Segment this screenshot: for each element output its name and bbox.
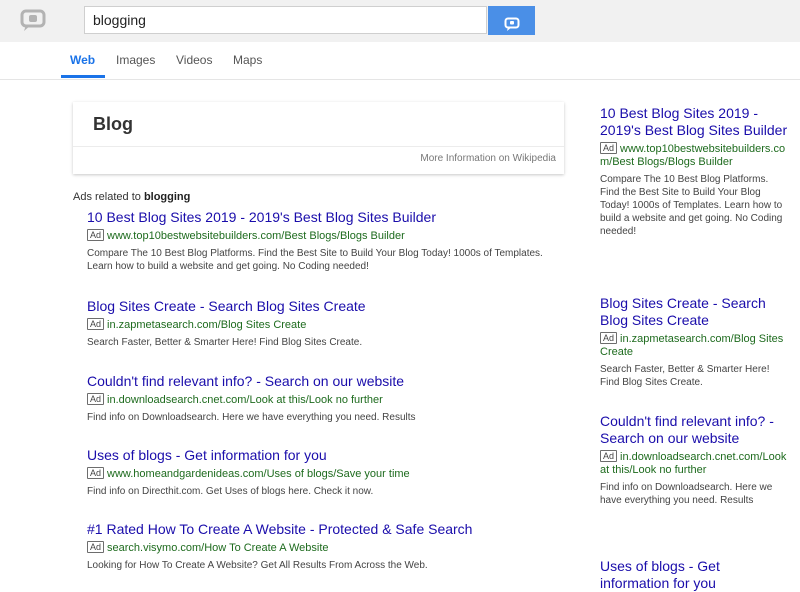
ad-result: Uses of blogs - Get information for you … (87, 447, 567, 498)
ad-result: 10 Best Blog Sites 2019 - 2019's Best Bl… (87, 209, 567, 273)
search-button[interactable] (488, 6, 535, 35)
speech-bubble-search-icon (488, 17, 535, 32)
ad-url-row: Ad www.homeandgardenideas.com/Uses of blo… (87, 467, 567, 481)
ad-title-link[interactable]: Couldn't find relevant info? - Search on… (600, 413, 790, 447)
ads-query: blogging (143, 191, 191, 203)
ads-related-label: Ads related to blogging (73, 191, 191, 203)
wikipedia-link[interactable]: More Information on Wikipedia (420, 153, 556, 164)
ad-url-row: Ad search.visymo.com/How To Create A Webs… (87, 541, 567, 555)
ad-url[interactable]: in.downloadsearch.cnet.com/Look at this/… (107, 394, 383, 406)
ad-url-row: Ad in.zapmetasearch.com/Blog Sites Create (600, 332, 790, 359)
side-ad-result: 10 Best Blog Sites 2019 - 2019's Best Bl… (600, 105, 790, 238)
tab-videos[interactable]: Videos (176, 53, 212, 67)
ad-title-link[interactable]: Uses of blogs - Get information for you (87, 447, 567, 464)
top-bar (0, 0, 800, 42)
ad-description: Compare The 10 Best Blog Platforms. Find… (87, 248, 543, 272)
ad-description: Find info on Downloadsearch. Here we hav… (87, 412, 416, 423)
knowledge-card-title: Blog (93, 114, 133, 134)
ad-result: Couldn't find relevant info? - Search on… (87, 373, 567, 424)
ad-url-row: Ad www.top10bestwebsitebuilders.com/Best … (87, 229, 567, 243)
ad-description: Search Faster, Better & Smarter Here! Fi… (600, 364, 770, 388)
ad-title-link[interactable]: Blog Sites Create - Search Blog Sites Cr… (600, 295, 790, 329)
search-input[interactable] (85, 7, 486, 33)
ad-url-row: Ad www.top10bestwebsitebuilders.com/Best … (600, 142, 790, 169)
side-ad-result: Couldn't find relevant info? - Search on… (600, 413, 790, 507)
ad-title-link[interactable]: Uses of blogs - Get information for you (600, 558, 790, 592)
ad-badge: Ad (87, 467, 105, 479)
ad-url-row: Ad in.zapmetasearch.com/Blog Sites Create (87, 318, 567, 332)
ad-description: Find info on Directhit.com. Get Uses of … (87, 486, 374, 497)
ad-description: Compare The 10 Best Blog Platforms. Find… (600, 174, 783, 237)
search-tabs: Web Images Videos Maps (0, 42, 800, 80)
ad-badge: Ad (87, 318, 105, 330)
ad-title-link[interactable]: 10 Best Blog Sites 2019 - 2019's Best Bl… (87, 209, 567, 226)
ad-url[interactable]: www.top10bestwebsitebuilders.com/Best Bl… (600, 143, 785, 168)
ad-badge: Ad (87, 541, 105, 553)
ad-badge: Ad (600, 450, 618, 462)
ad-result: #1 Rated How To Create A Website - Prote… (87, 521, 567, 572)
ad-title-link[interactable]: Blog Sites Create - Search Blog Sites Cr… (87, 298, 567, 315)
ad-url-row: Ad in.downloadsearch.cnet.com/Look at thi… (600, 450, 790, 477)
ad-url-row: Ad in.downloadsearch.cnet.com/Look at thi… (87, 393, 567, 407)
ad-description: Looking for How To Create A Website? Get… (87, 560, 428, 571)
ad-result: Blog Sites Create - Search Blog Sites Cr… (87, 298, 567, 349)
tab-web[interactable]: Web (70, 53, 95, 67)
ad-url[interactable]: search.visymo.com/How To Create A Websit… (107, 542, 329, 554)
ad-title-link[interactable]: Couldn't find relevant info? - Search on… (87, 373, 567, 390)
tab-maps[interactable]: Maps (233, 53, 262, 67)
ad-title-link[interactable]: 10 Best Blog Sites 2019 - 2019's Best Bl… (600, 105, 790, 139)
ad-badge: Ad (87, 229, 105, 241)
ad-description: Search Faster, Better & Smarter Here! Fi… (87, 337, 363, 348)
ad-url[interactable]: in.zapmetasearch.com/Blog Sites Create (107, 319, 306, 331)
ad-url[interactable]: in.zapmetasearch.com/Blog Sites Create (600, 333, 783, 358)
ad-badge: Ad (600, 142, 618, 154)
knowledge-card: Blog More Information on Wikipedia (73, 102, 564, 174)
active-tab-indicator (61, 75, 105, 78)
ad-description: Find info on Downloadsearch. Here we hav… (600, 482, 773, 506)
side-ad-result: Blog Sites Create - Search Blog Sites Cr… (600, 295, 790, 389)
search-box (84, 6, 487, 34)
tab-images[interactable]: Images (116, 53, 155, 67)
logo-icon[interactable] (20, 9, 46, 33)
ad-url[interactable]: www.top10bestwebsitebuilders.com/Best Bl… (107, 230, 405, 242)
ad-url[interactable]: www.homeandgardenideas.com/Uses of blogs… (107, 468, 410, 480)
ad-badge: Ad (87, 393, 105, 405)
ad-title-link[interactable]: #1 Rated How To Create A Website - Prote… (87, 521, 567, 538)
side-ad-result: Uses of blogs - Get information for you (600, 558, 790, 592)
ad-url[interactable]: in.downloadsearch.cnet.com/Look at this/… (600, 451, 786, 476)
divider (73, 146, 564, 147)
ad-badge: Ad (600, 332, 618, 344)
